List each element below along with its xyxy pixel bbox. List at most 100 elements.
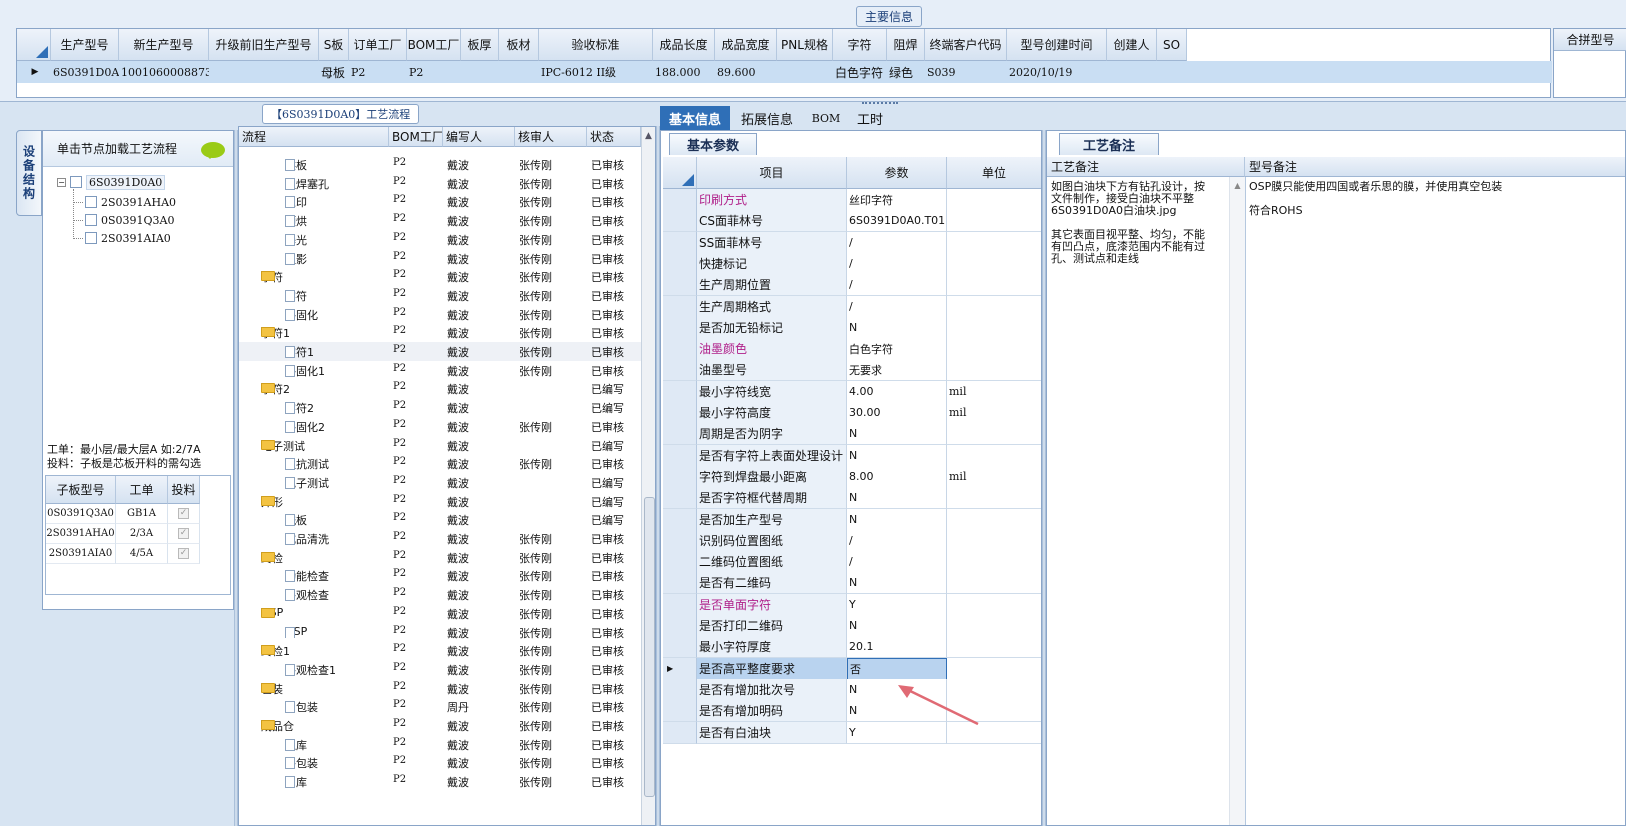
param-row[interactable]: 是否加生产型号 N <box>663 508 1041 531</box>
flow-row[interactable]: −包装 P2 戴波 张传刚 已审核 <box>239 679 641 698</box>
row-selector[interactable] <box>663 593 697 616</box>
flow-step[interactable]: 字符 <box>285 288 385 304</box>
param-row[interactable]: 字符到焊盘最小距离 8.00 mil <box>663 465 1041 488</box>
flow-row[interactable]: 烘板 P2 戴波 张传刚 已审核 <box>239 155 641 174</box>
param-value[interactable]: / <box>847 551 947 574</box>
sub-board-model[interactable]: 0S0391Q3A0 <box>46 504 116 524</box>
row-selector[interactable] <box>663 700 697 723</box>
main-cell[interactable]: IPC-6012 II级 <box>539 61 653 83</box>
tree-child-node[interactable]: 2S0391AHA0 <box>73 193 176 211</box>
row-selector[interactable] <box>663 295 697 318</box>
collapse-icon[interactable]: − <box>57 177 66 187</box>
flow-row[interactable]: 成品清洗 P2 戴波 张传刚 已审核 <box>239 529 641 548</box>
flow-step[interactable]: 电子测试 <box>285 475 385 491</box>
scroll-up-icon[interactable]: ▲ <box>645 131 652 141</box>
tab-bom[interactable]: BOM <box>804 106 848 130</box>
param-value[interactable]: / <box>847 252 947 275</box>
main-column-header[interactable]: 成品长度 <box>653 29 715 61</box>
flow-step[interactable]: 阻抗测试 <box>285 456 385 472</box>
flow-step[interactable]: 终固化 <box>285 307 385 323</box>
param-row[interactable]: 是否有二维码 N <box>663 572 1041 595</box>
flow-step[interactable]: 曝光 <box>285 232 385 248</box>
main-column-header[interactable]: 板材 <box>499 29 539 61</box>
flow-step[interactable]: −外形 <box>261 494 381 510</box>
flow-row[interactable]: 阻焊塞孔 P2 戴波 张传刚 已审核 <box>239 174 641 193</box>
flow-step[interactable]: 阻焊塞孔 <box>285 176 385 192</box>
node-checkbox[interactable] <box>85 214 97 226</box>
flow-row[interactable]: 外观检查1 P2 戴波 张传刚 已审核 <box>239 660 641 679</box>
flow-row[interactable]: 终固化 P2 戴波 张传刚 已审核 <box>239 305 641 324</box>
param-value[interactable]: 无要求 <box>847 359 947 382</box>
flow-row[interactable]: 入库 P2 戴波 张传刚 已审核 <box>239 735 641 754</box>
param-value[interactable]: / <box>847 529 947 552</box>
row-selector[interactable] <box>663 423 697 446</box>
row-selector[interactable] <box>663 274 697 297</box>
param-value[interactable]: 30.00 <box>847 402 947 424</box>
main-cell[interactable] <box>461 61 499 83</box>
main-cell[interactable]: 母板 <box>319 61 349 83</box>
comment-icon[interactable] <box>201 142 225 159</box>
tab-extended-info[interactable]: 拓展信息 <box>732 106 802 130</box>
param-value[interactable]: 20.1 <box>847 636 947 659</box>
main-column-header[interactable]: 字符 <box>833 29 887 61</box>
sub-board-order[interactable]: 4/5A <box>116 544 168 564</box>
row-selector[interactable] <box>663 508 697 531</box>
node-checkbox[interactable] <box>70 176 82 188</box>
node-checkbox[interactable] <box>85 232 97 244</box>
param-row[interactable]: 印刷方式 丝印字符 <box>663 189 1041 211</box>
row-selector[interactable] <box>663 189 697 211</box>
feed-checkbox[interactable]: ✓ <box>178 548 189 559</box>
flow-column-header[interactable]: 核审人 <box>515 127 587 147</box>
main-cell[interactable]: 10010600088736 <box>119 61 209 83</box>
param-row[interactable]: 是否加无铅标记 N <box>663 316 1041 339</box>
flow-row[interactable]: 终固化1 P2 戴波 张传刚 已审核 <box>239 361 641 380</box>
row-selector[interactable] <box>663 678 697 701</box>
main-cell[interactable] <box>1157 61 1187 83</box>
node-checkbox[interactable] <box>85 196 97 208</box>
main-column-header[interactable]: 订单工厂 <box>349 29 407 61</box>
param-value[interactable]: / <box>847 274 947 297</box>
flow-row[interactable]: 曝光 P2 戴波 张传刚 已审核 <box>239 230 641 249</box>
param-row[interactable]: 最小字符线宽 4.00 mil <box>663 380 1041 403</box>
param-value[interactable]: N <box>847 423 947 446</box>
flow-step[interactable]: 铣板 <box>285 512 385 528</box>
row-selector[interactable] <box>663 338 697 361</box>
sub-board-feed[interactable]: ✓ <box>168 504 200 524</box>
flow-row[interactable]: 终固化2 P2 戴波 张传刚 已审核 <box>239 417 641 436</box>
row-selector[interactable] <box>663 359 697 382</box>
row-selector[interactable] <box>663 572 697 595</box>
feed-checkbox[interactable]: ✓ <box>178 528 189 539</box>
flow-step[interactable]: −字符1 <box>261 325 381 341</box>
flow-step[interactable]: 烘板 <box>285 157 385 173</box>
flow-step[interactable]: −字符 <box>261 269 381 285</box>
main-cell[interactable]: P2 <box>349 61 407 83</box>
sub-board-feed[interactable]: ✓ <box>168 524 200 544</box>
param-value[interactable]: 白色字符 <box>847 338 947 361</box>
process-remark-text[interactable]: 如图白油块下方有钻孔设计，按 文件制作，接受白油块不平整 6S0391D0A0白… <box>1051 181 1229 265</box>
main-column-header[interactable]: PNL规格 <box>777 29 833 61</box>
main-column-header[interactable]: SO <box>1157 29 1187 61</box>
flow-step[interactable]: 功能检查 <box>285 568 385 584</box>
param-value[interactable]: / <box>847 295 947 318</box>
flow-column-header[interactable]: 流程 <box>239 127 389 147</box>
main-column-header[interactable]: 成品宽度 <box>715 29 777 61</box>
remark-scrollbar[interactable]: ▲ <box>1229 177 1245 825</box>
flow-step[interactable]: −包装 <box>261 681 381 697</box>
param-row[interactable]: 是否字符框代替周期 N <box>663 487 1041 510</box>
row-selector[interactable] <box>663 529 697 552</box>
param-row[interactable]: 是否单面字符 Y <box>663 593 1041 616</box>
tree-child-node[interactable]: 0S0391Q3A0 <box>73 211 175 229</box>
tree-child-node[interactable]: 2S0391AIA0 <box>73 229 171 247</box>
param-row[interactable]: 油墨颜色 白色字符 <box>663 338 1041 361</box>
flow-step[interactable]: 内包装 <box>285 699 385 715</box>
param-row[interactable]: 生产周期位置 / <box>663 274 1041 297</box>
basic-params-tab[interactable]: 基本参数 <box>669 133 757 155</box>
flow-row[interactable]: 显影 P2 戴波 张传刚 已审核 <box>239 249 641 268</box>
param-value[interactable]: N <box>847 508 947 531</box>
main-cell[interactable]: P2 <box>407 61 461 83</box>
flow-row[interactable]: −电子测试 P2 戴波 已编写 <box>239 436 641 455</box>
flow-step[interactable]: 终固化2 <box>285 419 385 435</box>
main-column-header[interactable]: 验收标准 <box>539 29 653 61</box>
row-selector[interactable] <box>663 615 697 637</box>
main-column-header[interactable]: 终端客户代码 <box>925 29 1007 61</box>
